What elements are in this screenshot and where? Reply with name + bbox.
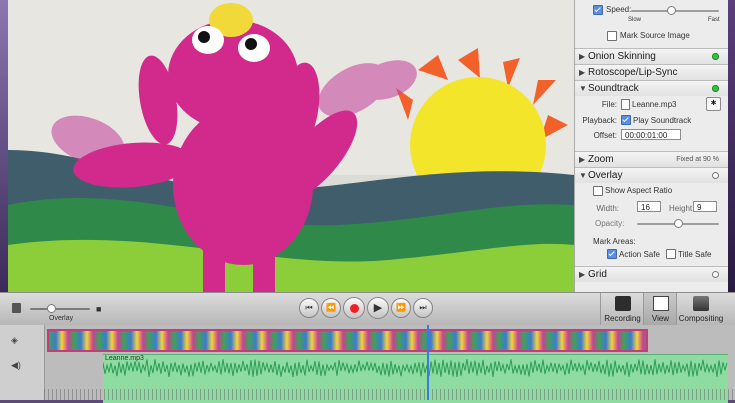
timeline[interactable]: ◈ ◀) Leanne.mp3 [0,325,735,403]
speed-slider-knob[interactable] [666,6,676,15]
action-safe-checkbox[interactable] [607,249,617,259]
section-zoom[interactable]: ▶ Zoom Fixed at 90 % [575,151,728,167]
view-icon [652,296,669,311]
title-safe-label: Title Safe [678,250,712,259]
disclosure-triangle-icon: ▶ [579,52,586,61]
track-headers: ◈ ◀) [0,325,45,400]
opacity-label: Opacity: [595,219,625,228]
record-icon [349,303,359,313]
title-safe-checkbox[interactable] [666,249,676,259]
mode-compositing[interactable]: Compositing [676,293,725,325]
height-label: Height: [669,204,695,213]
window-edge-right [727,0,735,292]
video-track-icon: ◈ [11,335,18,345]
step-forward-button[interactable]: ⏩ [391,298,411,318]
file-label: File: [601,100,617,109]
offset-field[interactable]: 00:00:01:00 [621,129,681,140]
overlay-slider[interactable] [30,308,90,310]
file-value[interactable]: Leanne.mp3 [632,100,676,109]
playhead[interactable] [427,325,429,400]
window-edge-left [0,0,8,292]
video-frames-strip[interactable] [47,329,648,352]
play-soundtrack-checkbox[interactable] [621,115,631,125]
inspector-panel: Speed: Slow Fast Mark Source Image ▶ Oni… [574,0,728,292]
zoom-info: Fixed at 90 % [676,156,719,163]
film-frame-icon [12,303,21,313]
mode-recording[interactable]: Recording [600,293,644,325]
file-document-icon [621,99,630,110]
speed-slow-label: Slow [628,17,642,23]
play-button[interactable]: ▶ [367,297,389,319]
section-grid[interactable]: ▶ Grid [575,266,728,282]
section-title: Zoom [588,154,614,165]
section-title: Grid [588,269,607,280]
section-title: Soundtrack [588,83,639,94]
overlay-label: Overlay [49,315,74,322]
mark-source-checkbox[interactable] [607,31,617,41]
height-field[interactable]: 9 [693,201,717,212]
section-title: Onion Skinning [588,51,656,62]
frame-image [8,0,574,292]
width-field[interactable]: 16 [637,201,661,212]
playback-label: Playback: [582,116,617,125]
section-onion-skinning[interactable]: ▶ Onion Skinning [575,48,728,64]
disclosure-triangle-open-icon: ▼ [579,171,587,180]
status-on-icon [712,53,719,60]
timeline-ruler [44,389,735,400]
mode-label: View [651,314,670,323]
mode-label: Recording [604,314,641,323]
show-aspect-checkbox[interactable] [593,186,603,196]
status-off-icon [712,271,719,278]
status-off-icon [712,172,719,179]
overlay-slider-knob[interactable] [47,304,56,313]
mode-label: Compositing [678,314,724,323]
record-button[interactable] [343,297,365,319]
audio-track-icon: ◀) [11,360,21,370]
speed-label: Speed: [606,5,632,14]
disclosure-triangle-icon: ▶ [579,155,586,164]
section-soundtrack[interactable]: ▼ Soundtrack [575,80,728,96]
step-back-button[interactable]: ⏪ [321,298,341,318]
audio-waveform [103,359,728,377]
speed-checkbox[interactable] [593,5,603,15]
section-title: Rotoscope/Lip-Sync [588,67,678,78]
mark-source-label: Mark Source Image [620,31,690,40]
disclosure-triangle-icon: ▶ [579,270,586,279]
action-safe-label: Action Safe [619,250,660,259]
go-to-start-button[interactable]: ⏮ [299,298,319,318]
gear-icon[interactable]: ✱ [706,97,721,111]
disclosure-triangle-icon: ▶ [579,68,586,77]
mark-areas-label: Mark Areas: [593,237,636,246]
width-label: Width: [596,204,619,213]
play-icon: ▶ [373,302,383,314]
section-title: Overlay [588,170,623,181]
animation-frame-canvas[interactable] [8,0,574,292]
show-aspect-label: Show Aspect Ratio [605,186,673,195]
section-overlay[interactable]: ▼ Overlay [575,167,728,183]
layers-icon [693,296,709,311]
disclosure-triangle-open-icon: ▼ [579,84,587,93]
camera-icon: ■ [96,304,102,314]
play-soundtrack-label: Play Soundtrack [633,116,692,125]
toolbar: ■ Overlay ⏮ ⏪ ▶ ⏩ ⏭ Recording View Compo… [0,292,735,326]
offset-label: Offset: [593,131,617,140]
clapperboard-icon [614,296,631,311]
mode-view[interactable]: View [643,293,677,325]
speed-fast-label: Fast [708,17,720,23]
opacity-slider-knob[interactable] [674,219,683,228]
section-rotoscope[interactable]: ▶ Rotoscope/Lip-Sync [575,64,728,80]
go-to-end-button[interactable]: ⏭ [413,298,433,318]
status-on-icon [712,85,719,92]
